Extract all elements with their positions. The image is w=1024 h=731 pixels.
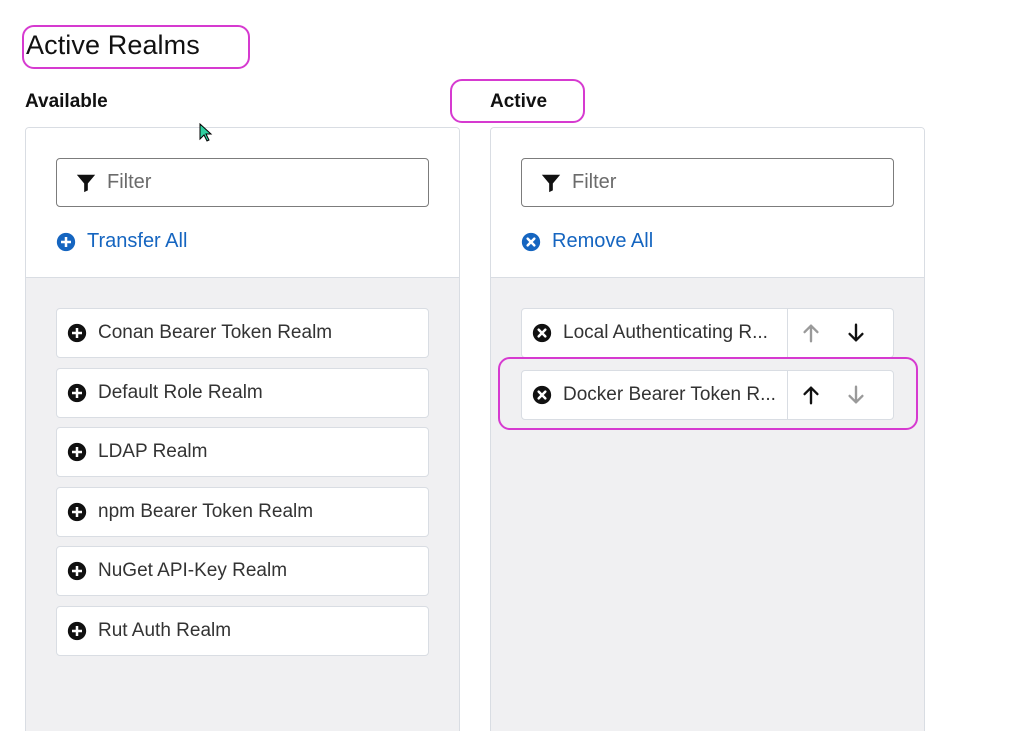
- available-item-label: NuGet API-Key Realm: [98, 560, 288, 581]
- plus-circle-icon: [67, 323, 87, 343]
- available-item[interactable]: Rut Auth Realm: [56, 606, 429, 656]
- times-circle-icon: [521, 232, 541, 251]
- available-item-label: LDAP Realm: [98, 441, 208, 462]
- available-panel-header: Transfer All: [26, 128, 459, 278]
- mouse-cursor-icon: [199, 123, 213, 142]
- active-item-label: Local Authenticating R...: [563, 322, 768, 343]
- docker-item-highlight: [498, 357, 918, 430]
- available-panel: Transfer All Conan Bearer Token Realm De…: [25, 127, 460, 731]
- active-filter-input[interactable]: [572, 171, 852, 194]
- available-filter-field[interactable]: [56, 158, 429, 207]
- plus-circle-icon: [56, 232, 76, 251]
- available-label: Available: [25, 91, 108, 112]
- move-down-button[interactable]: [833, 309, 878, 357]
- available-filter-input[interactable]: [107, 171, 387, 194]
- title-highlight: [22, 25, 250, 69]
- active-list: Local Authenticating R... Docker Bearer …: [491, 278, 924, 731]
- transfer-all-button[interactable]: Transfer All: [56, 230, 187, 253]
- active-filter-field[interactable]: [521, 158, 894, 207]
- arrow-down-icon: [847, 323, 864, 342]
- available-item-label: Rut Auth Realm: [98, 620, 232, 641]
- plus-circle-icon: [67, 383, 87, 403]
- plus-circle-icon: [67, 561, 87, 581]
- available-item-label: Conan Bearer Token Realm: [98, 322, 333, 343]
- available-item[interactable]: npm Bearer Token Realm: [56, 487, 429, 537]
- available-item[interactable]: NuGet API-Key Realm: [56, 546, 429, 596]
- move-up-button[interactable]: [788, 309, 833, 357]
- remove-realm-button[interactable]: Local Authenticating R...: [522, 309, 788, 357]
- available-list: Conan Bearer Token Realm Default Role Re…: [26, 278, 459, 731]
- active-label-highlight: [450, 79, 585, 123]
- available-item[interactable]: Conan Bearer Token Realm: [56, 308, 429, 358]
- available-item-label: Default Role Realm: [98, 382, 263, 403]
- plus-circle-icon: [67, 442, 87, 462]
- arrow-up-icon: [802, 324, 819, 343]
- plus-circle-icon: [67, 502, 87, 522]
- available-item[interactable]: LDAP Realm: [56, 427, 429, 477]
- active-item: Local Authenticating R...: [521, 308, 894, 358]
- remove-all-label: Remove All: [552, 230, 654, 252]
- available-item-label: npm Bearer Token Realm: [98, 501, 314, 522]
- filter-icon: [541, 174, 561, 192]
- filter-icon: [76, 174, 96, 192]
- times-circle-icon: [532, 323, 552, 343]
- plus-circle-icon: [67, 621, 87, 641]
- transfer-all-label: Transfer All: [87, 230, 188, 252]
- active-panel-header: Remove All: [491, 128, 924, 278]
- available-item[interactable]: Default Role Realm: [56, 368, 429, 418]
- remove-all-button[interactable]: Remove All: [521, 230, 653, 253]
